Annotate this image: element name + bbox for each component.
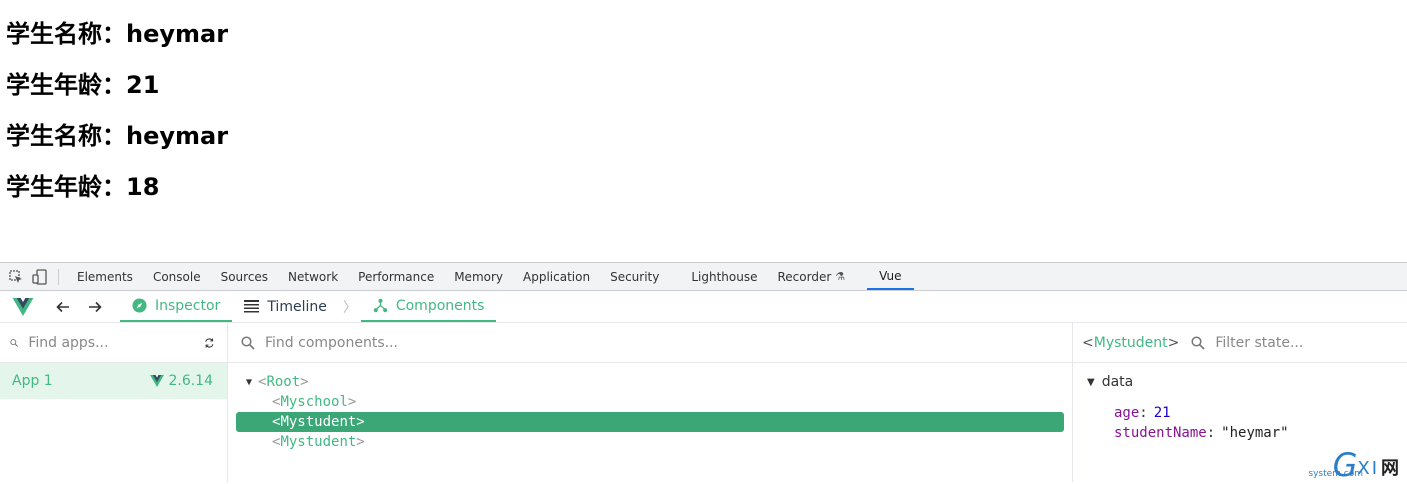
student-name-line-2: 学生名称：heymar <box>6 122 229 150</box>
tab-timeline-label: Timeline <box>267 298 327 315</box>
tree-node-label: Mystudent <box>280 434 357 450</box>
prop-key: studentName <box>1114 425 1207 441</box>
apps-search-row <box>0 323 227 363</box>
back-arrow-icon[interactable] <box>54 298 72 316</box>
devtools-tab-bar: Elements Console Sources Network Perform… <box>0 263 1407 291</box>
prop-value: 21 <box>1153 405 1171 421</box>
section-title: data <box>1101 374 1134 390</box>
section-header[interactable]: ▼ data <box>1073 372 1407 392</box>
tab-elements[interactable]: Elements <box>67 263 143 290</box>
tree-node-mystudent-selected[interactable]: < Mystudent > <box>236 412 1064 432</box>
prop-value: "heymar" <box>1221 425 1289 441</box>
state-section-data: ▼ data age:21 studentName: "heymar" <box>1073 363 1407 443</box>
timeline-icon <box>244 300 260 313</box>
watermark-sub: system.com <box>1308 469 1363 479</box>
tab-sources[interactable]: Sources <box>211 263 278 290</box>
tab-recorder[interactable]: Recorder ⚗ <box>768 263 856 290</box>
search-icon <box>241 335 255 350</box>
tree-node-root[interactable]: ▼ < Root > <box>228 372 1072 392</box>
tree-node-label: Myschool <box>280 394 348 410</box>
prop-key: age <box>1114 405 1140 421</box>
site-watermark: G XI 网 system.com <box>1308 449 1399 481</box>
tree-node-mystudent[interactable]: < Mystudent > <box>228 432 1072 452</box>
state-prop-studentname[interactable]: studentName: "heymar" <box>1073 423 1407 443</box>
tree-node-myschool[interactable]: < Myschool > <box>228 392 1072 412</box>
tree-node-label: Mystudent <box>280 414 357 430</box>
tab-timeline[interactable]: Timeline <box>232 291 339 322</box>
student-name-line-1: 学生名称：heymar <box>6 20 229 48</box>
apps-search-input[interactable] <box>26 333 205 352</box>
forward-arrow-icon[interactable] <box>86 298 104 316</box>
page-content: 学生名称：heymar 学生年龄：21 学生名称：heymar 学生年龄：18 <box>0 0 1407 262</box>
tab-components[interactable]: Components <box>360 291 497 322</box>
tab-inspector-label: Inspector <box>155 297 221 314</box>
app-version-label: 2.6.14 <box>168 373 213 389</box>
state-prop-age[interactable]: age:21 <box>1073 403 1407 423</box>
watermark-wang: 网 <box>1381 458 1399 479</box>
breadcrumb-separator-icon: 〉 <box>342 299 357 316</box>
tree-node-label: Root <box>266 374 301 390</box>
selected-component-title: <Mystudent> <box>1082 334 1180 351</box>
devtools-panel: Elements Console Sources Network Perform… <box>0 262 1407 482</box>
apps-pane: App 1 2.6.14 <box>0 323 228 482</box>
components-search-input[interactable] <box>263 333 1072 352</box>
caret-down-icon[interactable]: ▼ <box>242 377 256 388</box>
tab-inspector[interactable]: Inspector <box>120 291 233 322</box>
vue-logo-icon <box>12 297 34 316</box>
state-filter-input[interactable] <box>1213 333 1407 352</box>
component-tree-pane: ▼ <Root> <Myschool> <Mystudent> <Mystude… <box>228 323 1073 482</box>
compass-icon <box>132 298 147 313</box>
tab-console[interactable]: Console <box>143 263 211 290</box>
tab-application[interactable]: Application <box>513 263 600 290</box>
components-icon <box>373 298 388 313</box>
tab-vue[interactable]: Vue <box>867 263 914 290</box>
app-version: 2.6.14 <box>150 373 213 389</box>
device-toolbar-icon[interactable] <box>32 268 48 285</box>
app-item[interactable]: App 1 2.6.14 <box>0 363 227 399</box>
tab-security[interactable]: Security <box>600 263 681 290</box>
selected-component-name: Mystudent <box>1093 334 1168 351</box>
search-icon <box>10 338 19 347</box>
tab-separator <box>58 268 59 285</box>
student-age-line-2: 学生年龄：18 <box>6 173 160 201</box>
state-header-row: <Mystudent> <box>1073 323 1407 363</box>
tab-performance[interactable]: Performance <box>348 263 444 290</box>
components-search-row <box>228 323 1072 363</box>
app-name: App 1 <box>12 373 53 389</box>
tab-recorder-label: Recorder <box>777 269 832 284</box>
tab-memory[interactable]: Memory <box>444 263 513 290</box>
vue-logo-icon <box>150 375 165 387</box>
caret-down-icon: ▼ <box>1087 376 1095 388</box>
flask-icon: ⚗ <box>835 270 846 283</box>
vue-toolbar: Inspector Timeline 〉 Components <box>0 291 1407 323</box>
student-age-line-1: 学生年龄：21 <box>6 71 160 99</box>
refresh-icon[interactable] <box>204 334 215 352</box>
tab-components-label: Components <box>395 297 485 314</box>
component-tree: ▼ < Root > < Myschool > < Mystudent > < Mystude… <box>228 363 1072 452</box>
tab-lighthouse[interactable]: Lighthouse <box>681 263 767 290</box>
search-icon <box>1191 335 1205 350</box>
vue-panes: App 1 2.6.14 ▼ <Root> <Myschool> <box>0 323 1407 482</box>
tab-network[interactable]: Network <box>278 263 348 290</box>
inspect-element-icon[interactable] <box>8 269 24 285</box>
